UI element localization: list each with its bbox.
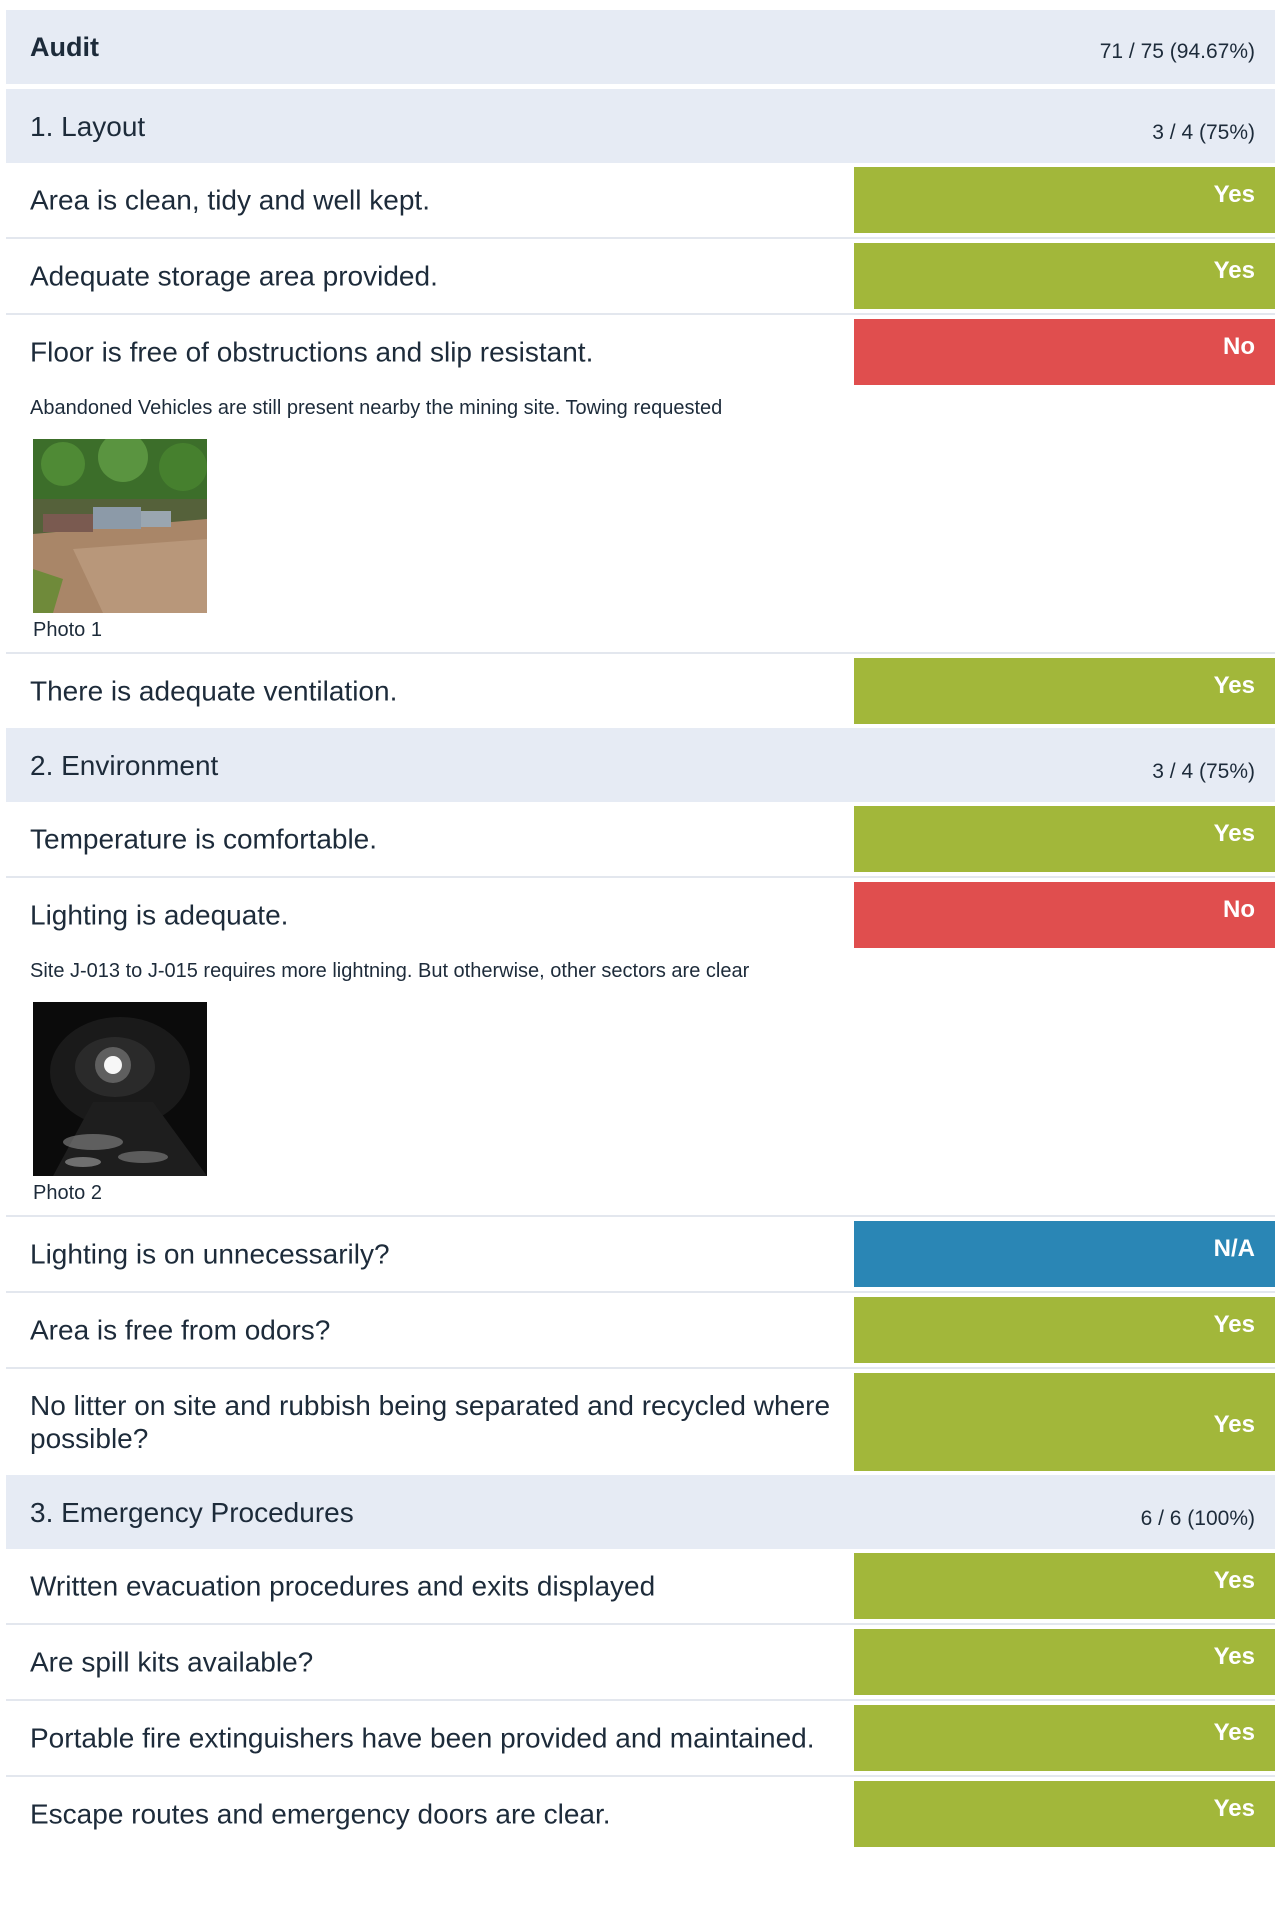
answer-badge-no[interactable]: No [854,319,1275,385]
item-question: Are spill kits available? [30,1646,314,1678]
section-title: 3. Emergency Procedures [30,1497,354,1528]
audit-item: There is adequate ventilation. Yes [6,654,1275,728]
item-question: No litter on site and rubbish being sepa… [30,1390,831,1454]
photo-block: Photo 1 [6,421,1275,652]
answer-label: Yes [1213,1311,1255,1338]
photo-thumbnail[interactable] [33,439,207,613]
section-title: 2. Environment [30,750,219,781]
section-header-layout[interactable]: 1. Layout 3 / 4 (75%) [6,89,1275,163]
audit-item: Temperature is comfortable. Yes [6,802,1275,878]
item-question: Temperature is comfortable. [30,823,378,855]
answer-label: Yes [1213,1643,1255,1670]
section-score: 3 / 4 (75%) [1152,760,1255,783]
item-note: Site J-013 to J-015 requires more lightn… [30,960,750,982]
item-question: Portable fire extinguishers have been pr… [30,1722,815,1754]
answer-badge-yes[interactable]: Yes [854,1629,1275,1695]
answer-badge-yes[interactable]: Yes [854,658,1275,724]
section-header-environment[interactable]: 2. Environment 3 / 4 (75%) [6,728,1275,802]
audit-item: Are spill kits available? Yes [6,1625,1275,1701]
answer-label: Yes [1213,1795,1255,1822]
answer-badge-na[interactable]: N/A [854,1221,1275,1287]
answer-badge-yes[interactable]: Yes [854,806,1275,872]
audit-item: Written evacuation procedures and exits … [6,1549,1275,1625]
answer-label: Yes [1213,181,1255,208]
answer-badge-yes[interactable]: Yes [854,1297,1275,1363]
photo-thumbnail[interactable] [33,1002,207,1176]
audit-score: 71 / 75 (94.67%) [1099,40,1255,63]
audit-item: Adequate storage area provided. Yes [6,239,1275,315]
answer-label: Yes [1213,672,1255,699]
item-note: Abandoned Vehicles are still present nea… [30,397,723,419]
audit-item: Lighting is on unnecessarily? N/A [6,1217,1275,1293]
photo-block: Photo 2 [6,984,1275,1215]
item-question: Escape routes and emergency doors are cl… [30,1798,611,1830]
audit-item: Lighting is adequate. No Site J-013 to J… [6,878,1275,1217]
answer-badge-yes[interactable]: Yes [854,167,1275,233]
audit-item: No litter on site and rubbish being sepa… [6,1369,1275,1475]
item-question: Written evacuation procedures and exits … [30,1570,656,1602]
answer-label: No [1223,333,1255,360]
answer-badge-yes[interactable]: Yes [854,243,1275,309]
answer-label: Yes [1213,820,1255,847]
item-question: Floor is free of obstructions and slip r… [30,336,594,368]
answer-badge-no[interactable]: No [854,882,1275,948]
answer-badge-yes[interactable]: Yes [854,1373,1275,1471]
answer-badge-yes[interactable]: Yes [854,1705,1275,1771]
audit-item: Area is free from odors? Yes [6,1293,1275,1369]
section-score: 6 / 6 (100%) [1140,1507,1255,1530]
audit-header: Audit 71 / 75 (94.67%) [6,10,1275,84]
answer-label: Yes [1213,1411,1255,1438]
audit-report: Audit 71 / 75 (94.67%) 1. Layout 3 / 4 (… [6,10,1275,1851]
answer-label: Yes [1213,1719,1255,1746]
section-header-emergency-procedures[interactable]: 3. Emergency Procedures 6 / 6 (100%) [6,1475,1275,1549]
answer-label: Yes [1213,257,1255,284]
answer-label: No [1223,896,1255,923]
answer-badge-yes[interactable]: Yes [854,1781,1275,1847]
audit-item: Area is clean, tidy and well kept. Yes [6,163,1275,239]
item-question: Lighting is on unnecessarily? [30,1238,390,1270]
answer-label: Yes [1213,1567,1255,1594]
item-question: Lighting is adequate. [30,899,289,931]
photo-caption: Photo 1 [33,619,102,641]
item-question: Area is free from odors? [30,1314,331,1346]
audit-item: Escape routes and emergency doors are cl… [6,1777,1275,1851]
photo-caption: Photo 2 [33,1182,102,1204]
audit-item: Portable fire extinguishers have been pr… [6,1701,1275,1777]
item-question: Adequate storage area provided. [30,260,438,292]
audit-item: Floor is free of obstructions and slip r… [6,315,1275,654]
item-question: There is adequate ventilation. [30,675,398,707]
audit-title: Audit [30,32,99,62]
answer-label: N/A [1213,1235,1255,1262]
section-score: 3 / 4 (75%) [1152,121,1255,144]
answer-badge-yes[interactable]: Yes [854,1553,1275,1619]
item-question: Area is clean, tidy and well kept. [30,184,430,216]
section-title: 1. Layout [30,111,146,142]
